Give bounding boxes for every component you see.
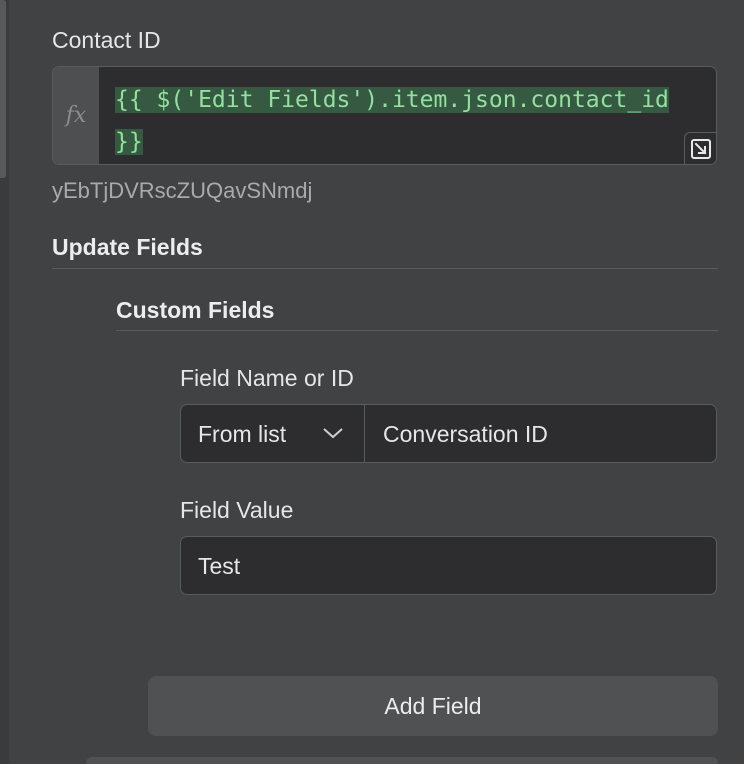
expression-line-2: }} <box>115 129 143 155</box>
expand-editor-button[interactable] <box>684 132 716 164</box>
field-value-label: Field Value <box>180 497 294 523</box>
panel-scrollbar-track[interactable] <box>0 0 9 764</box>
field-value-text: Test <box>198 552 241 579</box>
custom-fields-heading: Custom Fields <box>116 297 275 323</box>
next-section-edge <box>86 757 718 764</box>
fx-gutter: fx <box>53 67 99 164</box>
add-field-button[interactable]: Add Field <box>148 676 718 736</box>
field-value-input[interactable]: Test <box>180 536 717 595</box>
expression-editor[interactable]: {{ $('Edit Fields').item.json.contact_id… <box>115 79 702 163</box>
expand-icon <box>690 138 711 159</box>
contact-id-expression-field[interactable]: fx {{ $('Edit Fields').item.json.contact… <box>52 66 717 165</box>
field-name-mode-select[interactable]: From list <box>181 405 365 462</box>
field-name-resource-locator: From list Conversation ID <box>180 404 717 463</box>
contact-id-resolved-value: yEbTjDVRscZUQavSNmdj <box>52 178 313 203</box>
chevron-down-icon <box>323 428 343 439</box>
field-name-label: Field Name or ID <box>180 365 354 391</box>
custom-fields-divider <box>116 330 718 331</box>
function-icon: fx <box>65 103 87 128</box>
field-name-value-dropdown[interactable]: Conversation ID <box>383 405 548 462</box>
update-fields-heading: Update Fields <box>52 234 203 260</box>
contact-id-label: Contact ID <box>52 27 161 53</box>
expression-line-1: {{ $('Edit Fields').item.json.contact_id <box>115 87 669 113</box>
panel-scrollbar-thumb[interactable] <box>0 0 6 178</box>
update-fields-divider <box>52 268 718 269</box>
mode-select-value: From list <box>198 420 287 447</box>
field-name-value: Conversation ID <box>383 420 548 447</box>
